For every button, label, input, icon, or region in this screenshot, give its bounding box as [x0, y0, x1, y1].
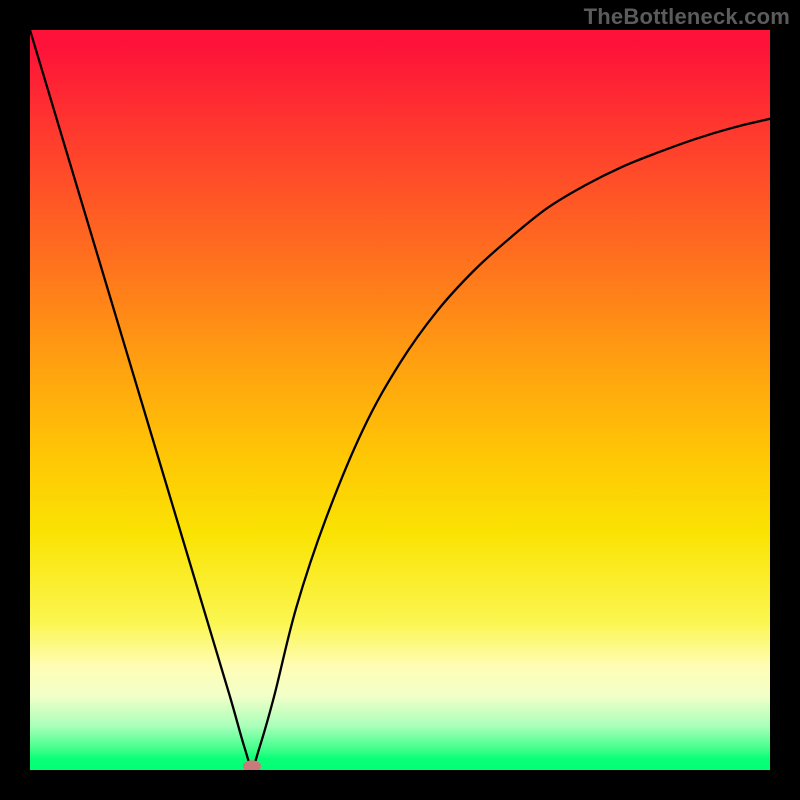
chart-frame: TheBottleneck.com [0, 0, 800, 800]
bottleneck-curve-path [30, 30, 770, 766]
curve-layer [30, 30, 770, 770]
plot-area [30, 30, 770, 770]
minimum-marker [243, 760, 261, 770]
watermark-label: TheBottleneck.com [584, 4, 790, 30]
